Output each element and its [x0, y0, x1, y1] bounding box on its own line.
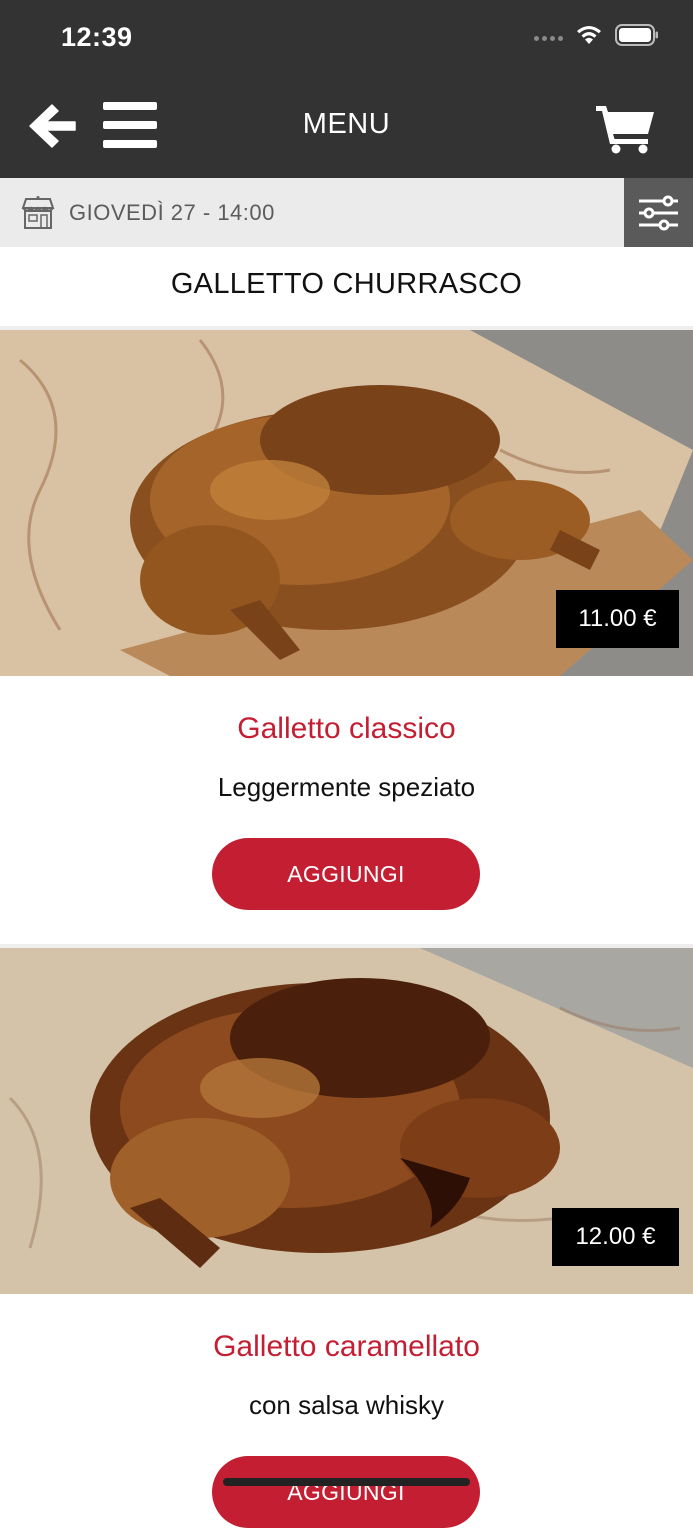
wifi-icon	[575, 24, 603, 46]
cart-icon	[596, 106, 654, 154]
add-button[interactable]: AGGIUNGI	[212, 1456, 480, 1528]
battery-icon	[615, 24, 659, 46]
product-card: 11.00 € Galletto classico Leggermente sp…	[0, 330, 693, 944]
delivery-date: GIOVEDÌ 27 - 14:00	[69, 200, 275, 225]
add-button[interactable]: AGGIUNGI	[212, 838, 480, 910]
app-header: 12:39 MENU	[0, 0, 693, 178]
product-name: Galletto classico	[237, 712, 456, 745]
filter-button[interactable]	[624, 178, 693, 247]
price-tag: 12.00 €	[552, 1208, 679, 1266]
sliders-icon	[639, 195, 678, 231]
product-card: 12.00 € Galletto caramellato con salsa w…	[0, 948, 693, 1528]
status-time: 12:39	[61, 22, 133, 52]
price-tag: 11.00 €	[556, 590, 679, 648]
product-description: con salsa whisky	[248, 1390, 445, 1420]
store-icon	[20, 196, 56, 230]
page-title: MENU	[302, 108, 391, 140]
product-description: Leggermente speziato	[217, 772, 476, 802]
status-icons	[534, 24, 659, 46]
signal-icon	[534, 35, 563, 41]
category-title: GALLETTO CHURRASCO	[170, 268, 523, 300]
home-indicator[interactable]	[223, 1478, 470, 1486]
product-name: Galletto caramellato	[213, 1330, 480, 1363]
cart-button[interactable]	[596, 102, 656, 154]
